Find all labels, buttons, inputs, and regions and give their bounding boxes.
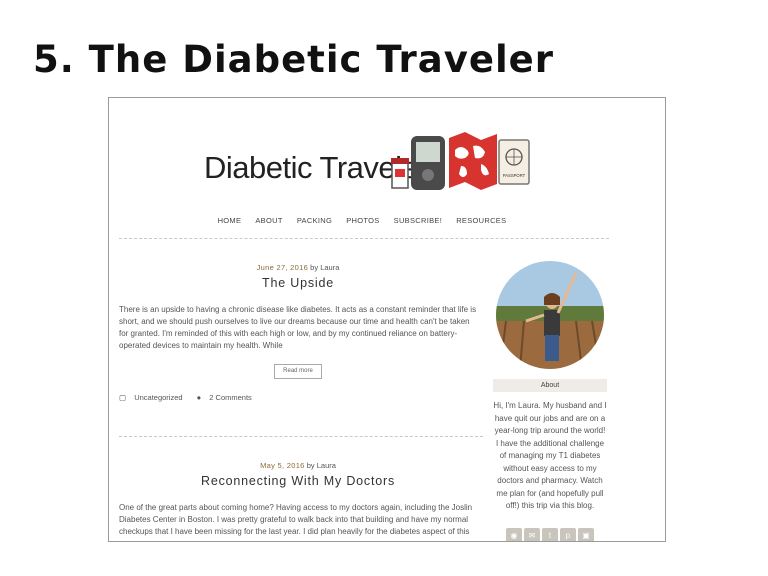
- post: June 27, 2016 by Laura The Upside There …: [119, 263, 477, 402]
- post-by: by: [306, 461, 315, 470]
- post-title[interactable]: Reconnecting With My Doctors: [119, 474, 477, 488]
- nav-subscribe[interactable]: SUBSCRIBE!: [394, 216, 442, 225]
- pill-bottle-icon: [391, 158, 409, 189]
- world-map-icon: [449, 132, 497, 190]
- rss-icon[interactable]: ◉: [506, 527, 522, 541]
- post-author[interactable]: Laura: [317, 461, 336, 470]
- svg-text:PASSPORT: PASSPORT: [503, 173, 526, 178]
- post-date[interactable]: June 27, 2016: [257, 263, 308, 272]
- logo-artwork: PASSPORT: [391, 132, 530, 190]
- slide-title: 5. The Diabetic Traveler: [33, 38, 554, 81]
- instagram-icon[interactable]: ▣: [578, 527, 594, 541]
- post-excerpt: There is an upside to having a chronic d…: [119, 305, 477, 350]
- folder-icon: ▢: [119, 393, 127, 402]
- post-footer: ▢ Uncategorized ● 2 Comments: [119, 393, 477, 402]
- post: May 5, 2016 by Laura Reconnecting With M…: [119, 461, 477, 538]
- glucose-meter-icon: [411, 136, 445, 190]
- nav-photos[interactable]: PHOTOS: [346, 216, 379, 225]
- post-title[interactable]: The Upside: [119, 276, 477, 290]
- nav-resources[interactable]: RESOURCES: [456, 216, 506, 225]
- nav-packing[interactable]: PACKING: [297, 216, 332, 225]
- nav-home[interactable]: HOME: [218, 216, 242, 225]
- twitter-icon[interactable]: t: [542, 527, 558, 541]
- post-divider: [119, 436, 483, 437]
- passport-icon: PASSPORT: [498, 139, 530, 185]
- mail-icon[interactable]: ✉: [524, 527, 540, 541]
- author-photo: [496, 261, 604, 369]
- sidebar: About Hi, I'm Laura. My husband and I ha…: [493, 261, 607, 541]
- site-logo[interactable]: Diabetic Traveler PASSPORT: [204, 128, 534, 198]
- social-links: ◉ ✉ t p ▣: [493, 525, 607, 541]
- post-meta: June 27, 2016 by Laura: [119, 263, 477, 272]
- category-link[interactable]: ▢ Uncategorized: [119, 393, 189, 402]
- post-meta: May 5, 2016 by Laura: [119, 461, 477, 470]
- read-more-button[interactable]: Read more: [274, 364, 322, 379]
- comments-label: 2 Comments: [209, 393, 252, 402]
- main-nav: HOME ABOUT PACKING PHOTOS SUBSCRIBE! RES…: [109, 216, 615, 225]
- category-label: Uncategorized: [134, 393, 183, 402]
- post-by: by: [310, 263, 319, 272]
- website-screenshot: Diabetic Traveler PASSPORT HOME ABOUT PA…: [108, 97, 666, 542]
- post-date[interactable]: May 5, 2016: [260, 461, 305, 470]
- about-heading: About: [493, 379, 607, 392]
- post-excerpt: One of the great parts about coming home…: [119, 503, 473, 536]
- comment-icon: ●: [196, 393, 202, 402]
- pinterest-icon[interactable]: p: [560, 527, 576, 541]
- nav-divider: [119, 238, 609, 239]
- comments-link[interactable]: ● 2 Comments: [197, 393, 258, 402]
- post-author[interactable]: Laura: [320, 263, 339, 272]
- nav-about[interactable]: ABOUT: [255, 216, 282, 225]
- about-text: Hi, I'm Laura. My husband and I have qui…: [493, 401, 607, 510]
